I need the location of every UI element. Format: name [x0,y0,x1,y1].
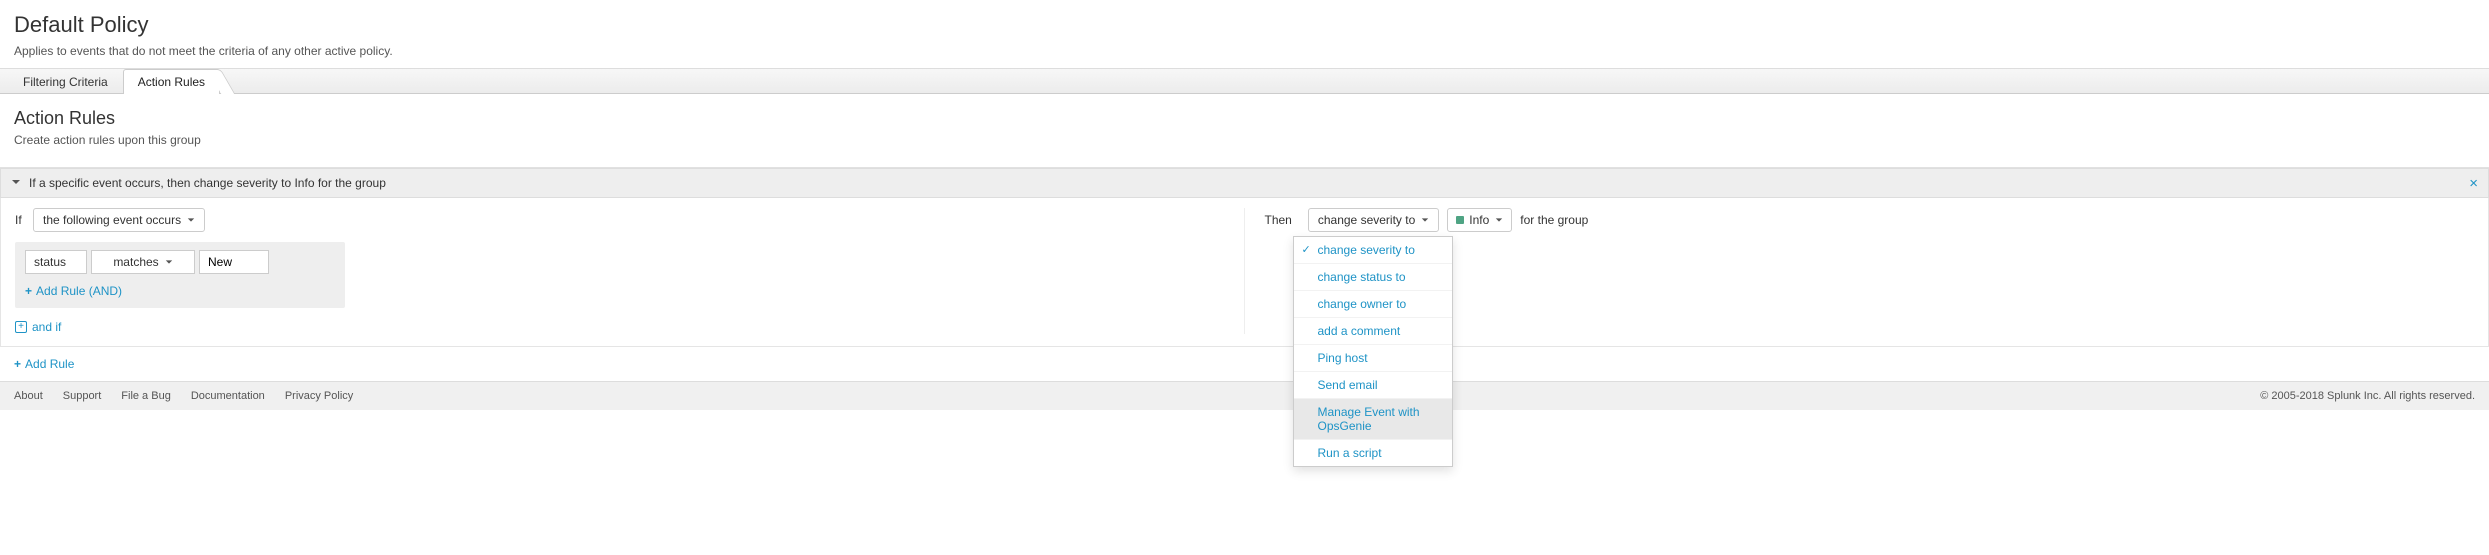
action-dropdown-item[interactable]: Send email [1294,372,1452,399]
action-dropdown-item[interactable]: add a comment [1294,318,1452,345]
condition-operator-label: matches [113,255,158,269]
caret-down-icon [187,213,195,227]
add-rule-and-button[interactable]: + Add Rule (AND) [25,284,122,298]
close-icon[interactable]: × [2469,175,2478,192]
footer-link[interactable]: Privacy Policy [285,390,353,402]
footer-link[interactable]: File a Bug [121,390,171,402]
if-label: If [15,213,22,227]
if-condition-dropdown[interactable]: the following event occurs [33,208,205,232]
tab-filtering-criteria[interactable]: Filtering Criteria [8,69,123,94]
condition-field[interactable]: status [25,250,87,274]
footer-links: About Support File a Bug Documentation Priva… [14,390,353,402]
condition-box: status matches + Add Rule (AND) [15,242,345,308]
action-dropdown-item[interactable]: Run a script [1294,440,1452,466]
tab-action-rules[interactable]: Action Rules [123,69,220,94]
then-label: Then [1265,213,1292,227]
if-condition-dropdown-label: the following event occurs [43,213,181,227]
then-value-label: Info [1469,213,1489,227]
chevron-down-icon [11,176,21,190]
plus-icon: + [14,357,21,371]
then-action-dropdown[interactable]: change severity to [1308,208,1439,232]
caret-down-icon [165,255,173,269]
tabs-bar: Filtering Criteria Action Rules [0,68,2489,94]
section-description: Create action rules upon this group [14,133,2475,147]
footer-link[interactable]: About [14,390,43,402]
plus-icon: + [25,284,32,298]
section-title: Action Rules [14,108,2475,129]
page-description: Applies to events that do not meet the c… [14,44,2475,58]
footer-copyright: © 2005-2018 Splunk Inc. All rights reser… [2260,390,2475,402]
severity-color-icon [1456,216,1464,224]
for-group-label: for the group [1520,213,1588,227]
rule-summary: If a specific event occurs, then change … [29,176,386,190]
then-action-label: change severity to [1318,213,1415,227]
action-dropdown-item[interactable]: change severity to [1294,237,1452,264]
footer-link[interactable]: Support [63,390,102,402]
add-rule-label: Add Rule [25,357,74,371]
action-dropdown-menu: change severity tochange status tochange… [1293,236,1453,467]
plus-circle-icon: + [15,321,27,333]
action-dropdown-item[interactable]: Ping host [1294,345,1452,372]
page-title: Default Policy [14,12,2475,38]
action-dropdown-item[interactable]: change owner to [1294,291,1452,318]
action-dropdown-item[interactable]: Manage Event with OpsGenie [1294,399,1452,440]
caret-down-icon [1421,213,1429,227]
footer: About Support File a Bug Documentation Priva… [0,381,2489,410]
footer-link[interactable]: Documentation [191,390,265,402]
condition-value-input[interactable] [208,255,260,269]
add-rule-button[interactable]: + Add Rule [14,357,74,371]
and-if-button[interactable]: + and if [15,320,61,334]
add-rule-and-label: Add Rule (AND) [36,284,122,298]
and-if-label: and if [32,320,61,334]
condition-value-input-wrapper [199,250,269,274]
condition-operator-dropdown[interactable]: matches [91,250,195,274]
action-dropdown-item[interactable]: change status to [1294,264,1452,291]
rule-header[interactable]: If a specific event occurs, then change … [0,168,2489,198]
caret-down-icon [1495,213,1503,227]
then-value-dropdown[interactable]: Info [1447,208,1512,232]
